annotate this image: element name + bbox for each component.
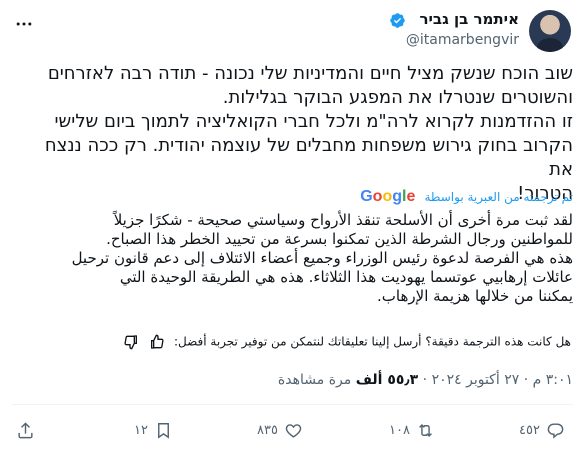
meta-separator: · [523, 372, 529, 388]
translation-line: هذه هي الفرصة لدعوة رئيس الوزراء وجميع أ… [71, 249, 573, 267]
meta-separator: · [422, 372, 428, 388]
more-icon[interactable] [14, 14, 34, 34]
like-icon [285, 423, 302, 438]
retweet-count: ١٠٨ [389, 422, 410, 438]
translation-line: عائلات إرهابيي عوتسما يهوديت هذا الثلاثا… [119, 268, 573, 286]
tweet-header: איתמר בן גביר @itamarbengvir [0, 10, 585, 54]
translation-feedback: هل كانت هذه الترجمة دقيقة؟ أرسل إلينا تع… [15, 334, 571, 354]
tweet-time[interactable]: ٣:٠١ م [533, 372, 573, 388]
share-icon [18, 421, 33, 438]
thumbs-up-icon[interactable] [148, 334, 166, 350]
tweet-text: שוב הוכח שנשק מציל חיים והמדיניות שלי נכ… [17, 62, 573, 206]
views-count: ٥٥٫٣ ألف [355, 372, 419, 388]
tweet-line: והשוטרים שנטרלו את המפגע הבוקר בגלילות. [222, 87, 573, 108]
translation-line: يمكننا من خلالها هزيمة الإرهاب. [377, 287, 573, 305]
user-handle[interactable]: @itamarbengvir [406, 32, 519, 48]
verified-badge-icon [390, 13, 405, 28]
thumbs-down-icon[interactable] [122, 334, 140, 350]
tweet-meta: ٣:٠١ م · ٢٧ أكتوبر ٢٠٢٤ · ٥٥٫٣ ألف مرة م… [278, 372, 573, 388]
translation-line: للمواطنين ورجال الشرطة الذين تمكنوا بسرع… [106, 230, 573, 248]
share-button[interactable] [16, 418, 35, 442]
tweet-date[interactable]: ٢٧ أكتوبر ٢٠٢٤ [432, 372, 520, 388]
like-button[interactable]: ٨٣٥ [251, 418, 303, 442]
translation-line: لقد ثبت مرة أخرى أن الأسلحة تنقذ الأرواح… [113, 211, 573, 229]
bookmark-icon [158, 422, 169, 439]
reply-button[interactable]: ٤٥٢ [513, 418, 565, 442]
translated-text: لقد ثبت مرة أخرى أن الأسلحة تنقذ الأرواح… [17, 211, 573, 306]
translated-by-row[interactable]: تم ترجمته من العبرية بواسطة Google [17, 186, 573, 205]
avatar[interactable] [529, 10, 571, 52]
translated-by-label[interactable]: تم ترجمته من العبرية بواسطة [424, 190, 573, 204]
bookmark-count: ١٢ [134, 422, 148, 438]
google-logo: Google [360, 188, 416, 205]
retweet-icon [419, 423, 432, 437]
tweet-line: זו ההזדמנות לקרוא לרה"מ ולכל חברי הקואלי… [54, 111, 573, 132]
tweet-line: שוב הוכח שנשק מציל חיים והמדיניות שלי נכ… [47, 63, 573, 84]
views-label: مرة مشاهدة [277, 372, 352, 388]
retweet-button[interactable]: ١٠٨ [383, 418, 435, 442]
reply-count: ٤٥٢ [519, 422, 540, 438]
divider [12, 404, 573, 405]
feedback-prompt: هل كانت هذه الترجمة دقيقة؟ أرسل إلينا تع… [173, 334, 571, 349]
action-bar: ٤٥٢ ١٠٨ ٨٣٥ ١٢ [0, 418, 585, 442]
tweet-line: הקרוב בחוק גירוש משפחות מחבלים של עוצמה … [44, 135, 573, 180]
reply-icon [547, 422, 564, 439]
user-name[interactable]: איתמר בן גביר [419, 10, 519, 28]
bookmark-button[interactable]: ١٢ [128, 418, 173, 442]
like-count: ٨٣٥ [257, 422, 278, 438]
